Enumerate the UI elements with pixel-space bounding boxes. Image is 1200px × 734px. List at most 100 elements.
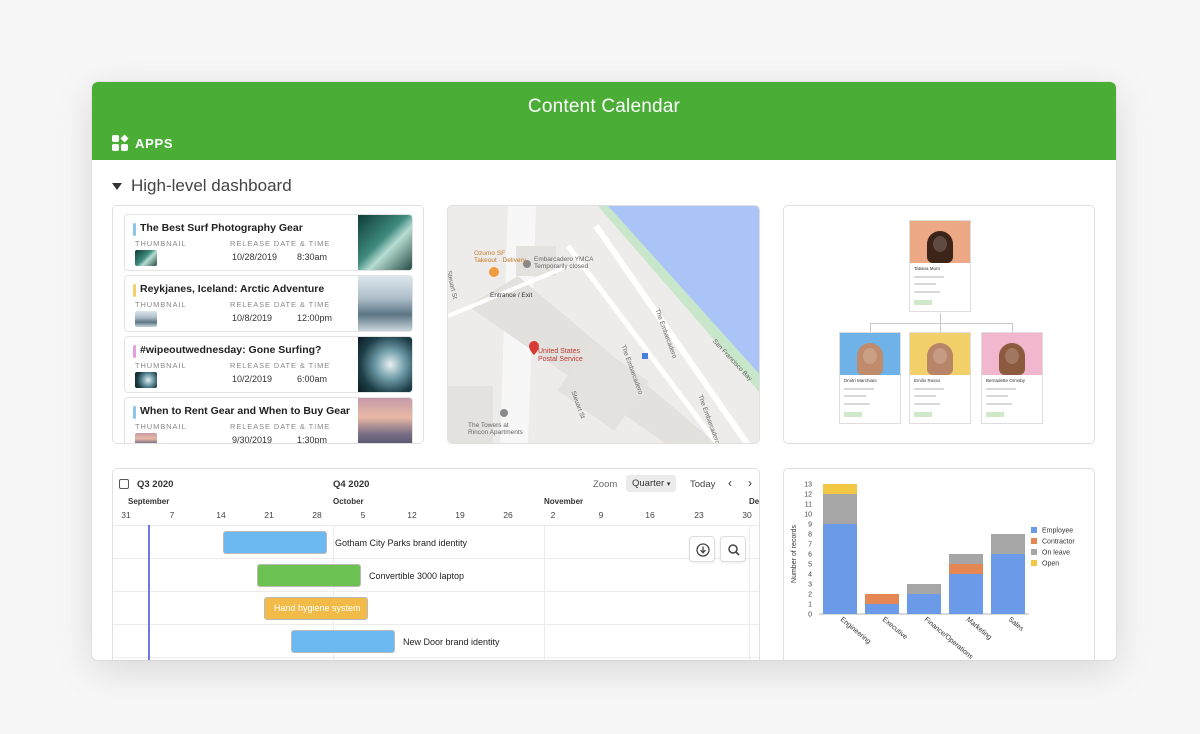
release-date: 10/8/2019 xyxy=(232,313,273,323)
record-list-card: The Best Surf Photography Gear THUMBNAIL… xyxy=(112,205,424,444)
thumbnail-label: THUMBNAIL xyxy=(135,422,187,431)
timeline-bar[interactable] xyxy=(257,564,361,587)
today-marker xyxy=(148,525,150,660)
release-label: RELEASE DATE & TIME xyxy=(230,300,331,309)
y-tick-label: 2 xyxy=(808,592,812,599)
release-time: 8:30am xyxy=(297,252,328,262)
person-card[interactable]: Dmitri Marchiani xyxy=(839,332,901,424)
release-label: RELEASE DATE & TIME xyxy=(230,361,331,370)
y-tick-label: 3 xyxy=(808,582,812,589)
map-label: Embarcadero YMCA Temporarily closed xyxy=(534,256,594,271)
person-name: Emilio Russo xyxy=(914,378,941,383)
person-card[interactable]: Emilio Russo xyxy=(909,332,971,424)
thumbnail-label: THUMBNAIL xyxy=(135,361,187,370)
status-badge xyxy=(844,412,862,417)
bar-segment xyxy=(991,554,1025,614)
map-view[interactable]: Ozumo SF Takeout · Delivery Embarcadero … xyxy=(447,205,760,444)
timeline-bar[interactable] xyxy=(223,531,327,554)
apps-button[interactable]: APPS xyxy=(112,134,174,151)
day-label: 19 xyxy=(455,510,465,520)
x-tick-label: Marketing xyxy=(965,616,993,641)
day-label: 23 xyxy=(694,510,704,520)
map-canvas xyxy=(448,206,759,443)
bar-segment xyxy=(949,564,983,574)
month-label: September xyxy=(128,497,170,506)
bar-segment xyxy=(991,534,1025,554)
download-icon xyxy=(696,543,710,557)
list-item[interactable]: #wipeoutwednesday: Gone Surfing? THUMBNA… xyxy=(124,336,413,393)
person-name: Tatiana Muro xyxy=(914,266,941,271)
y-tick-label: 9 xyxy=(808,522,812,529)
stacked-bar-chart: Number of records012345678910111213Engin… xyxy=(791,482,1075,661)
bar-segment xyxy=(949,574,983,614)
list-item[interactable]: The Best Surf Photography Gear THUMBNAIL… xyxy=(124,214,413,271)
thumbnail-label: THUMBNAIL xyxy=(135,239,187,248)
day-label: 7 xyxy=(169,510,175,520)
zoom-value: Quarter xyxy=(632,478,665,489)
x-tick-label: Sales xyxy=(1007,616,1025,633)
status-color-bar xyxy=(133,284,136,297)
restaurant-pin-icon[interactable] xyxy=(489,267,499,277)
download-button[interactable] xyxy=(689,536,715,562)
legend-swatch xyxy=(1031,538,1037,544)
day-label: 30 xyxy=(742,510,752,520)
map-label: Ozumo SF Takeout · Delivery xyxy=(474,250,527,265)
today-button[interactable]: Today xyxy=(690,479,715,490)
avatar xyxy=(982,333,1042,375)
timeline-bar[interactable]: Hand hygiene system xyxy=(264,597,368,620)
org-chart[interactable]: Tatiana Muro Dmitri Marchiani Emilio Rus… xyxy=(783,205,1095,444)
dashboard-section-toggle[interactable]: High-level dashboard xyxy=(112,176,292,196)
y-tick-label: 0 xyxy=(808,612,812,619)
chevron-down-icon: ▾ xyxy=(666,481,671,488)
list-item[interactable]: When to Rent Gear and When to Buy Gear T… xyxy=(124,397,413,443)
person-card[interactable]: Bernadette Ormsby xyxy=(981,332,1043,424)
apartments-pin-icon[interactable] xyxy=(500,409,508,417)
month-label: De xyxy=(749,497,760,506)
legend-label: Employee xyxy=(1042,528,1073,535)
record-title: When to Rent Gear and When to Buy Gear xyxy=(140,405,351,417)
org-connector xyxy=(870,323,871,332)
status-color-bar xyxy=(133,406,136,419)
prev-button[interactable]: ‹ xyxy=(728,476,732,490)
day-label: 16 xyxy=(645,510,655,520)
list-item[interactable]: Reykjanes, Iceland: Arctic Adventure THU… xyxy=(124,275,413,332)
y-axis-label: Number of records xyxy=(791,525,798,583)
thumbnail-small xyxy=(135,311,157,327)
person-name: Bernadette Ormsby xyxy=(986,378,1026,383)
quarter-label: Q3 2020 xyxy=(137,479,174,490)
apps-label: APPS xyxy=(135,135,174,151)
sidebar-toggle-icon[interactable] xyxy=(119,479,129,489)
quarter-label: Q4 2020 xyxy=(333,479,370,490)
day-label: 2 xyxy=(550,510,556,520)
zoom-select[interactable]: Quarter ▾ xyxy=(626,475,677,492)
month-label: November xyxy=(544,497,584,506)
bar-segment xyxy=(907,584,941,594)
y-tick-label: 10 xyxy=(804,512,812,519)
timeline-bar[interactable] xyxy=(291,630,395,653)
search-button[interactable] xyxy=(720,536,746,562)
legend-label: On leave xyxy=(1042,550,1070,557)
bar-label: Hand hygiene system xyxy=(274,603,361,613)
record-title: Reykjanes, Iceland: Arctic Adventure xyxy=(140,283,325,295)
status-color-bar xyxy=(133,345,136,358)
bar-segment xyxy=(823,494,857,524)
org-connector xyxy=(870,323,1012,324)
month-label: October xyxy=(333,497,364,506)
person-card[interactable]: Tatiana Muro xyxy=(909,220,971,312)
avatar xyxy=(840,333,900,375)
day-label: 5 xyxy=(360,510,366,520)
next-button[interactable]: › xyxy=(748,476,752,490)
y-tick-label: 8 xyxy=(808,532,812,539)
status-badge xyxy=(986,412,1004,417)
transit-icon xyxy=(642,353,648,359)
day-label: 21 xyxy=(264,510,274,520)
y-tick-label: 1 xyxy=(808,602,812,609)
org-connector xyxy=(940,313,941,323)
collapse-triangle-icon xyxy=(112,182,122,190)
bar-segment xyxy=(949,554,983,564)
y-tick-label: 13 xyxy=(804,482,812,489)
org-connector xyxy=(940,323,941,332)
release-label: RELEASE DATE & TIME xyxy=(230,239,331,248)
release-time: 12:00pm xyxy=(297,313,333,323)
release-time: 6:00am xyxy=(297,374,328,384)
